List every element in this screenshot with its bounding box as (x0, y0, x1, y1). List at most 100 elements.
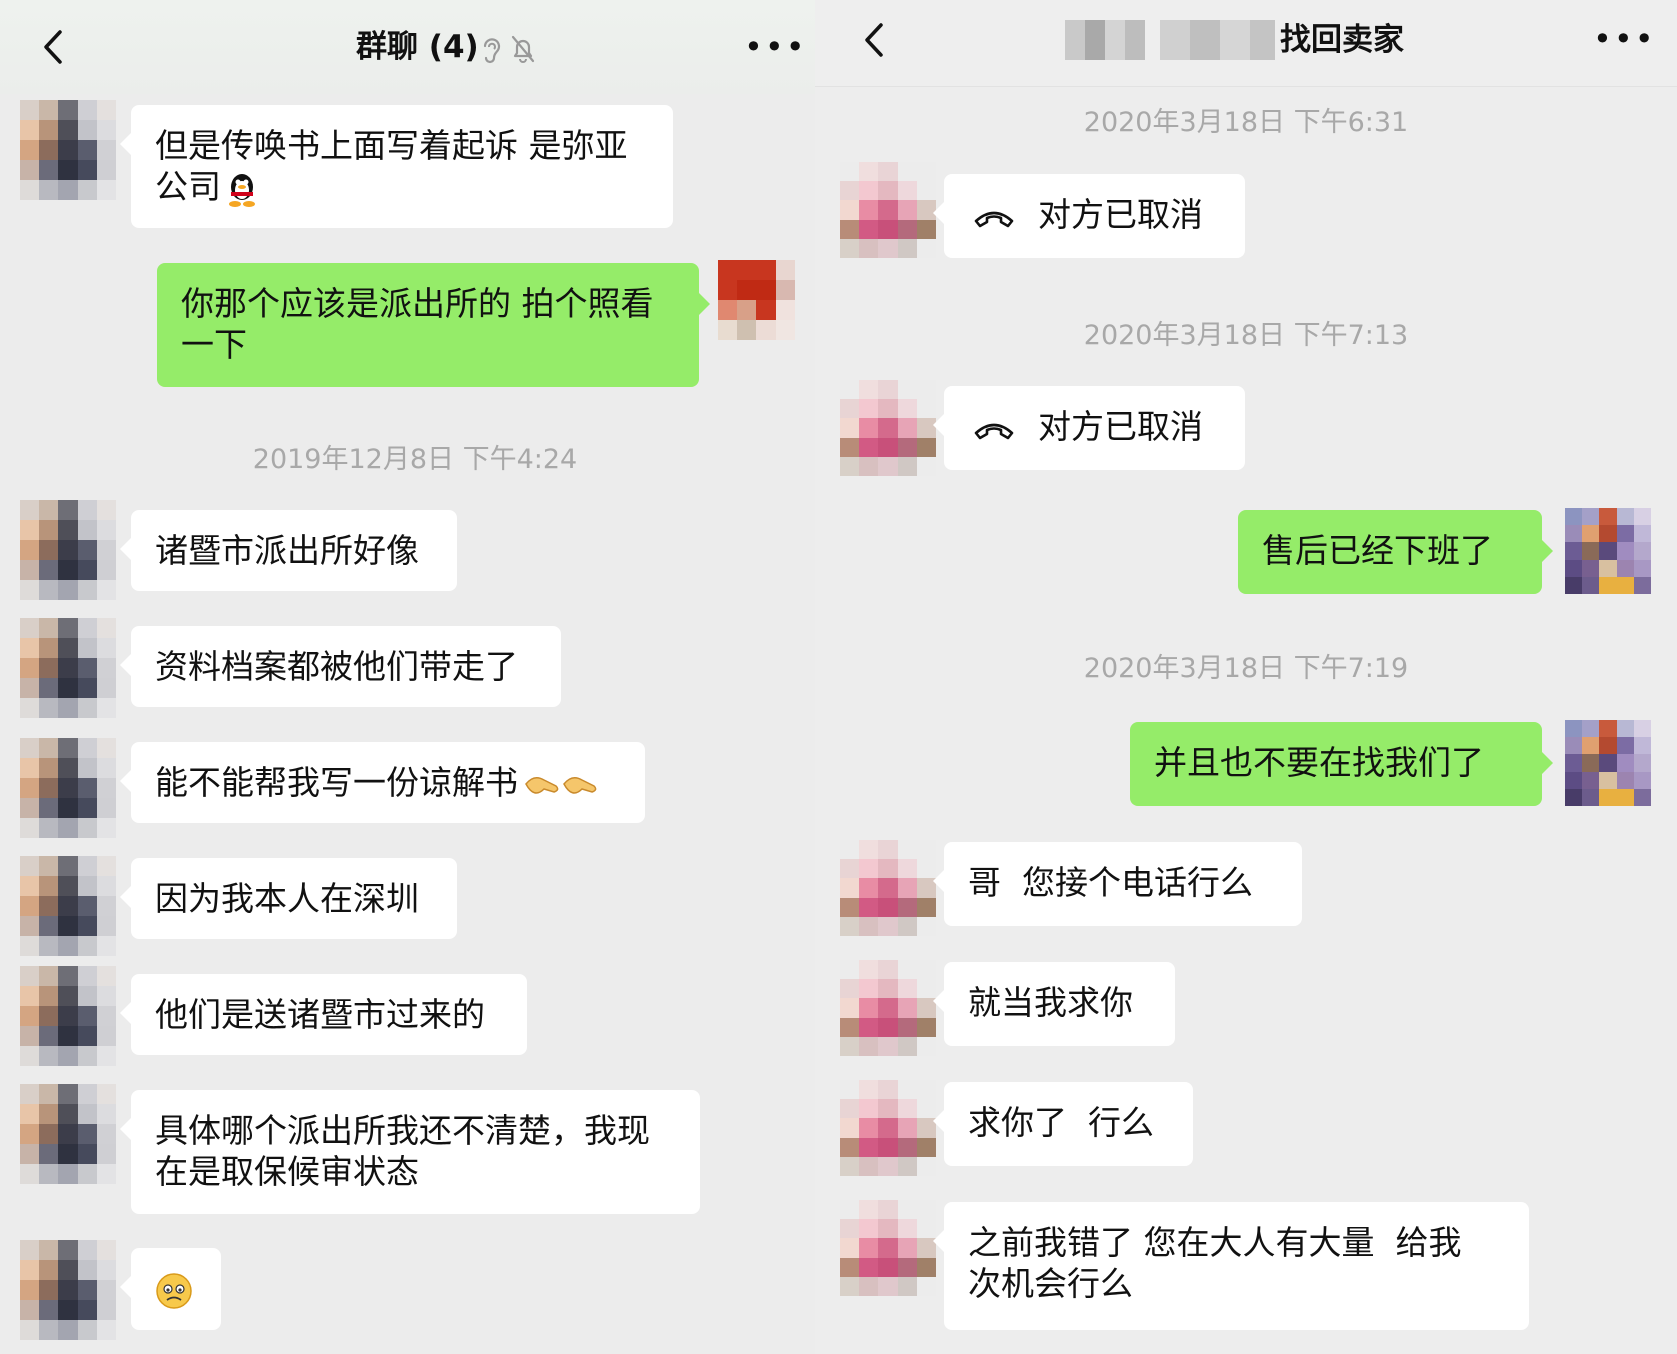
avatar-pixel (58, 120, 78, 140)
avatar-pixel (20, 936, 40, 956)
avatar-pixel (859, 1017, 879, 1037)
message-text: 你那个应该是派出所的 拍个照看 一下 (181, 284, 654, 364)
avatar-pixel (58, 916, 78, 936)
avatar-pixel (58, 1124, 78, 1144)
avatar-pixel (897, 418, 917, 438)
avatar-pixel (77, 936, 97, 956)
avatar-pixel (96, 856, 116, 876)
avatar-pixel (77, 1124, 97, 1144)
avatar[interactable] (840, 840, 936, 936)
avatar-pixel (77, 500, 97, 520)
avatar[interactable] (840, 162, 936, 258)
message-bubble[interactable]: 他们是送诸暨市过来的 (120, 974, 527, 1055)
message-bubble[interactable]: 具体哪个派出所我还不清楚，我现 在是取保候审状态 (120, 1090, 700, 1214)
avatar[interactable] (20, 966, 116, 1066)
avatar-pixel (96, 618, 116, 638)
avatar-pixel (897, 1200, 917, 1220)
avatar-pixel (878, 399, 898, 419)
avatar-pixel (878, 1036, 898, 1056)
avatar[interactable] (1565, 508, 1651, 594)
avatar[interactable] (840, 1200, 936, 1296)
more-options-button[interactable]: ••• (744, 30, 805, 64)
back-button[interactable] (855, 15, 895, 65)
message-bubble[interactable]: 你那个应该是派出所的 拍个照看 一下 (157, 263, 710, 387)
avatar[interactable] (20, 500, 116, 600)
message-bubble[interactable]: 哥 您接个电话行么 (933, 842, 1302, 926)
message-bubble[interactable]: 能不能帮我写一份谅解书 (120, 742, 645, 823)
avatar[interactable] (840, 960, 936, 1056)
avatar-pixel (58, 1104, 78, 1124)
message-bubble[interactable]: 诸暨市派出所好像 (120, 510, 457, 591)
avatar-pixel (1633, 542, 1651, 560)
avatar[interactable] (20, 1240, 116, 1340)
avatar[interactable] (20, 618, 116, 718)
call-record-bubble[interactable]: 对方已取消 (933, 174, 1245, 258)
message-bubble[interactable]: 就当我求你 (933, 962, 1175, 1046)
phone-hangup-icon (972, 205, 1016, 229)
avatar-pixel (840, 219, 860, 239)
call-record-bubble[interactable]: 对方已取消 (933, 386, 1245, 470)
avatar-pixel (794, 320, 814, 340)
avatar-pixel (39, 500, 59, 520)
avatar-pixel (1616, 559, 1634, 577)
avatar[interactable] (20, 856, 116, 956)
avatar-pixel (1616, 754, 1634, 772)
avatar-pixel (1565, 788, 1583, 806)
avatar-pixel (20, 758, 40, 778)
message-bubble[interactable]: 因为我本人在深圳 (120, 858, 457, 939)
avatar-pixel (897, 399, 917, 419)
avatar-pixel (20, 678, 40, 698)
avatar-pixel (96, 1320, 116, 1340)
avatar-pixel (859, 1219, 879, 1239)
avatar-pixel (96, 798, 116, 818)
avatar-pixel (58, 1240, 78, 1260)
avatar[interactable] (20, 738, 116, 838)
avatar-pixel (58, 658, 78, 678)
avatar-pixel (39, 818, 59, 838)
avatar-pixel (859, 238, 879, 258)
avatar[interactable] (1565, 720, 1651, 806)
avatar-pixel (96, 1164, 116, 1184)
avatar-pixel (96, 818, 116, 838)
avatar-pixel (840, 200, 860, 220)
back-button[interactable] (34, 22, 74, 72)
avatar-pixel (859, 418, 879, 438)
avatar[interactable] (840, 1080, 936, 1176)
avatar-pixel (39, 560, 59, 580)
avatar-pixel (1616, 542, 1634, 560)
message-bubble[interactable] (120, 1248, 221, 1330)
avatar[interactable] (718, 260, 814, 360)
message-bubble[interactable]: 求你了 行么 (933, 1082, 1193, 1166)
bell-off-icon (510, 34, 536, 64)
avatar-pixel (859, 1118, 879, 1138)
message-bubble[interactable]: 之前我错了 您在大人有大量 给我 次机会行么 (933, 1202, 1529, 1330)
avatar-pixel (20, 778, 40, 798)
message-bubble[interactable]: 但是传唤书上面写着起诉 是弥亚 公司 (120, 105, 673, 228)
avatar[interactable] (20, 100, 116, 200)
avatar-pixel (96, 120, 116, 140)
avatar-pixel (77, 966, 97, 986)
avatar-pixel (77, 678, 97, 698)
avatar-pixel (878, 916, 898, 936)
timestamp: 2019年12月8日 下午4:24 (252, 444, 578, 475)
avatar-pixel (897, 859, 917, 879)
message-bubble[interactable]: 并且也不要在找我们了 (1130, 722, 1553, 806)
avatar-pixel (77, 876, 97, 896)
avatar-pixel (20, 818, 40, 838)
avatar[interactable] (840, 380, 936, 476)
right-nav-bar: 找回卖家 ••• (815, 0, 1677, 87)
more-options-button[interactable]: ••• (1593, 22, 1654, 56)
avatar-pixel (897, 1080, 917, 1100)
avatar-pixel (39, 1300, 59, 1320)
avatar-pixel (20, 120, 40, 140)
message-bubble[interactable]: 资料档案都被他们带走了 (120, 626, 561, 707)
avatar-pixel (20, 986, 40, 1006)
avatar-pixel (20, 966, 40, 986)
message-bubble[interactable]: 售后已经下班了 (1238, 510, 1553, 594)
avatar-pixel (39, 936, 59, 956)
avatar-pixel (58, 818, 78, 838)
avatar-pixel (20, 1260, 40, 1280)
avatar-pixel (859, 200, 879, 220)
avatar-pixel (897, 840, 917, 860)
avatar[interactable] (20, 1084, 116, 1184)
